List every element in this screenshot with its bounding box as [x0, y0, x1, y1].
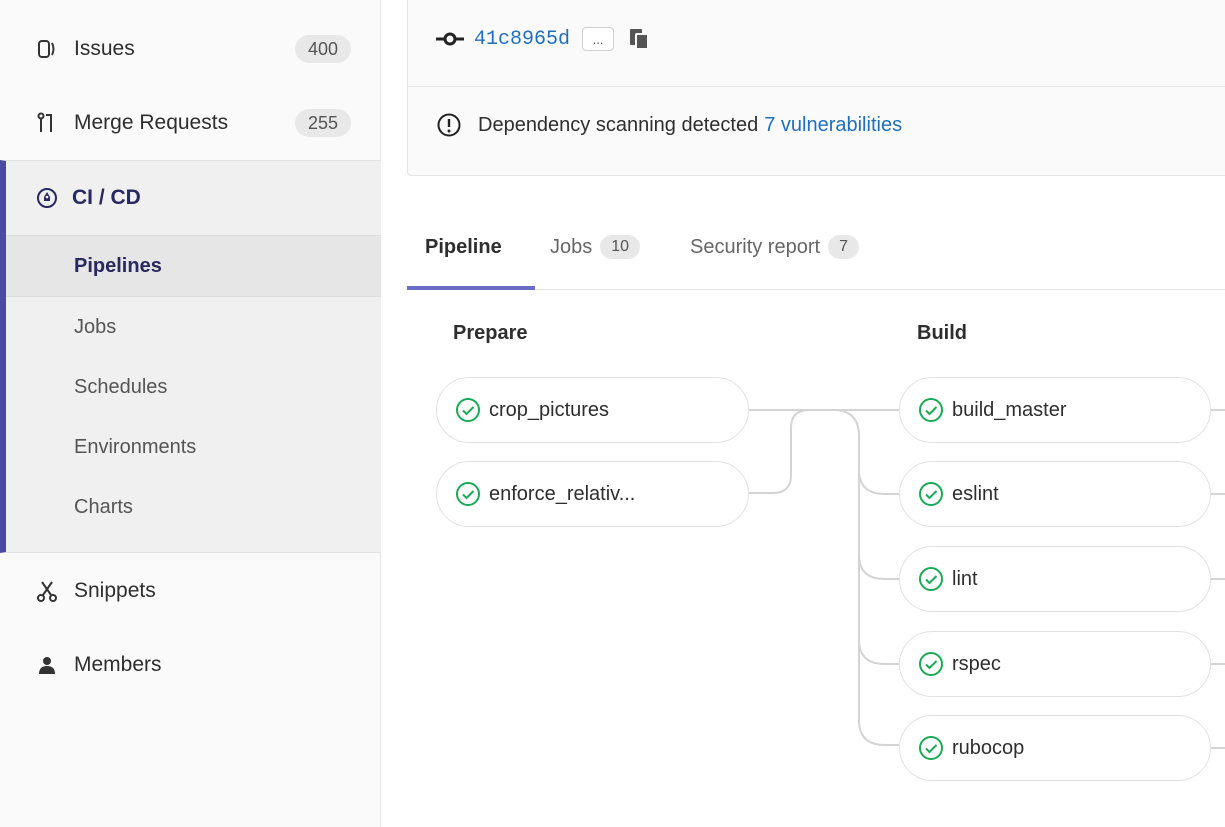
- active-tab-indicator: [407, 286, 535, 290]
- job-eslint[interactable]: eslint: [899, 461, 1211, 527]
- sidebar-item-issues[interactable]: Issues 400: [0, 12, 381, 86]
- job-name: build_master: [952, 398, 1067, 421]
- success-check-icon: [919, 736, 943, 760]
- tab-label: Pipeline: [425, 235, 502, 258]
- pipeline-tabs: Pipeline Jobs 10 Security report 7: [407, 215, 1225, 290]
- success-check-icon: [456, 482, 480, 506]
- sidebar-item-label: Snippets: [74, 579, 156, 602]
- stage-title-build: Build: [917, 322, 967, 344]
- commit-sha-link[interactable]: 41c8965d: [474, 28, 570, 51]
- sidebar-item-label: Members: [74, 653, 162, 676]
- job-name: rspec: [952, 652, 1001, 675]
- sidebar-item-label: Issues: [74, 37, 135, 60]
- job-name: eslint: [952, 482, 999, 505]
- sidebar-item-label: CI / CD: [72, 186, 141, 209]
- tab-jobs[interactable]: Jobs 10: [550, 227, 641, 267]
- sidebar-item-cicd[interactable]: CI / CD: [6, 161, 381, 235]
- job-lint[interactable]: lint: [899, 546, 1211, 612]
- tab-pipeline[interactable]: Pipeline: [425, 227, 502, 267]
- issues-count-badge: 400: [294, 35, 351, 63]
- sidebar-subitem-label: Pipelines: [74, 254, 162, 277]
- sidebar-subitem-label: Jobs: [74, 315, 117, 338]
- pipeline-info-box: 41c8965d ... Dependency scanning detecte…: [407, 0, 1225, 176]
- tab-label: Jobs: [550, 235, 593, 258]
- job-enforce-relative[interactable]: enforce_relativ...: [436, 461, 749, 527]
- tab-count-badge: 7: [828, 235, 859, 259]
- main-content: 41c8965d ... Dependency scanning detecte…: [381, 0, 1225, 827]
- job-name: enforce_relativ...: [489, 482, 636, 505]
- rocket-icon: [34, 185, 60, 211]
- job-name: lint: [952, 567, 978, 590]
- scissors-icon: [34, 578, 60, 604]
- sidebar-item-merge-requests[interactable]: Merge Requests 255: [0, 86, 381, 160]
- sidebar-subitem-pipelines[interactable]: Pipelines: [6, 235, 381, 297]
- sidebar-group-cicd: CI / CD Pipelines Jobs Schedules Environ…: [0, 160, 381, 553]
- tab-count-badge: 10: [600, 235, 641, 259]
- sidebar-subitem-label: Environments: [74, 435, 197, 458]
- sidebar-subitem-label: Charts: [74, 495, 133, 518]
- job-crop-pictures[interactable]: crop_pictures: [436, 377, 749, 443]
- job-name: rubocop: [952, 736, 1025, 759]
- success-check-icon: [919, 482, 943, 506]
- tab-label: Security report: [690, 235, 821, 258]
- sidebar: Issues 400 Merge Requests 255 CI / CD Pi…: [0, 0, 381, 827]
- security-notice: Dependency scanning detected 7 vulnerabi…: [436, 112, 902, 138]
- sidebar-subitem-environments[interactable]: Environments: [6, 417, 381, 477]
- merge-requests-count-badge: 255: [294, 109, 351, 137]
- commit-row: 41c8965d ...: [436, 22, 650, 56]
- warning-circle-icon: [437, 113, 461, 137]
- merge-request-icon: [34, 110, 60, 136]
- sidebar-item-snippets[interactable]: Snippets: [0, 554, 381, 628]
- sidebar-subitem-schedules[interactable]: Schedules: [6, 357, 381, 417]
- sidebar-subitem-label: Schedules: [74, 375, 168, 398]
- issues-icon: [34, 36, 60, 62]
- success-check-icon: [919, 398, 943, 422]
- copy-icon[interactable]: [628, 27, 650, 51]
- success-check-icon: [919, 652, 943, 676]
- success-check-icon: [456, 398, 480, 422]
- tab-security-report[interactable]: Security report 7: [690, 227, 859, 267]
- job-name: crop_pictures: [489, 398, 610, 421]
- expand-commit-message-button[interactable]: ...: [582, 27, 615, 51]
- job-build-master[interactable]: build_master: [899, 377, 1211, 443]
- vulnerabilities-link[interactable]: 7 vulnerabilities: [764, 114, 902, 137]
- job-rubocop[interactable]: rubocop: [899, 715, 1211, 781]
- sidebar-item-label: Merge Requests: [74, 111, 229, 134]
- sidebar-subitem-jobs[interactable]: Jobs: [6, 297, 381, 357]
- sidebar-subitem-charts[interactable]: Charts: [6, 477, 381, 537]
- sidebar-item-members[interactable]: Members: [0, 628, 381, 702]
- stage-title-prepare: Prepare: [453, 322, 528, 344]
- commit-icon: [436, 32, 464, 46]
- job-rspec[interactable]: rspec: [899, 631, 1211, 697]
- user-icon: [34, 652, 60, 678]
- info-divider: [408, 86, 1225, 87]
- success-check-icon: [919, 567, 943, 591]
- security-notice-text: Dependency scanning detected: [478, 113, 759, 136]
